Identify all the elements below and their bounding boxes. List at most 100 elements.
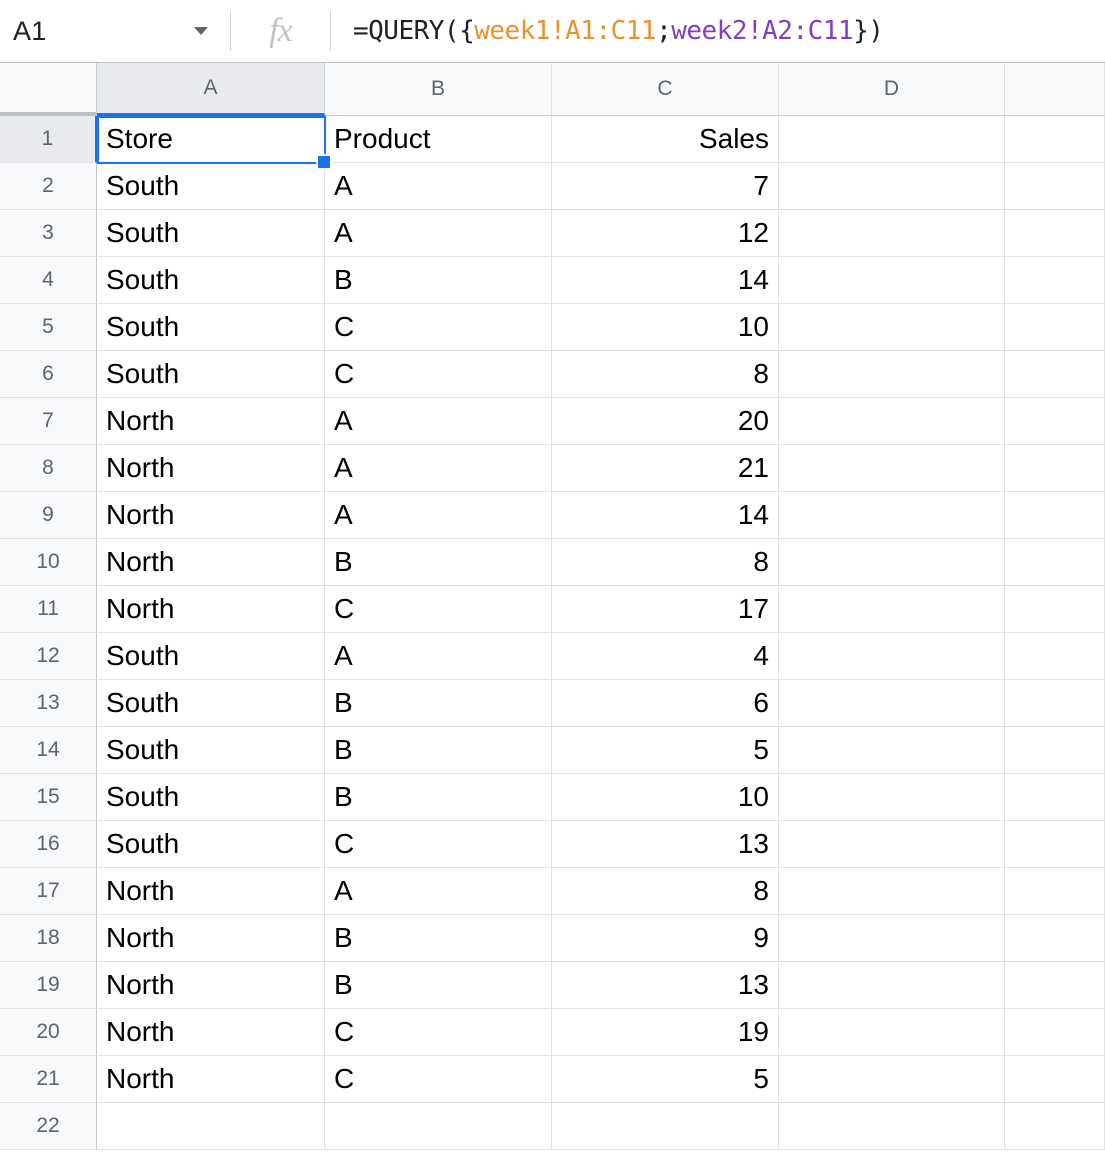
cell-b19[interactable]: B [325,962,552,1009]
cell-e19[interactable] [1005,962,1105,1009]
cell-e18[interactable] [1005,915,1105,962]
row-header-6[interactable]: 6 [0,351,97,398]
cell-d18[interactable] [779,915,1005,962]
cell-a22[interactable] [97,1103,325,1150]
cell-d16[interactable] [779,821,1005,868]
fill-handle[interactable] [316,154,332,170]
column-header-a[interactable]: A [97,63,325,116]
cell-e12[interactable] [1005,633,1105,680]
cell-e20[interactable] [1005,1009,1105,1056]
cell-c5[interactable]: 10 [552,304,779,351]
cell-a5[interactable]: South [97,304,325,351]
cell-c1[interactable]: Sales [552,116,779,163]
cell-b3[interactable]: A [325,210,552,257]
column-header-d[interactable]: D [779,63,1005,116]
cell-b13[interactable]: B [325,680,552,727]
cell-b11[interactable]: C [325,586,552,633]
cell-e7[interactable] [1005,398,1105,445]
cell-b1[interactable]: Product [325,116,552,163]
cell-c11[interactable]: 17 [552,586,779,633]
cell-d4[interactable] [779,257,1005,304]
cell-c8[interactable]: 21 [552,445,779,492]
cell-c14[interactable]: 5 [552,727,779,774]
cell-a20[interactable]: North [97,1009,325,1056]
row-header-5[interactable]: 5 [0,304,97,351]
cell-b20[interactable]: C [325,1009,552,1056]
cell-e16[interactable] [1005,821,1105,868]
row-header-13[interactable]: 13 [0,680,97,727]
cell-a8[interactable]: North [97,445,325,492]
row-header-3[interactable]: 3 [0,210,97,257]
cell-e1[interactable] [1005,116,1105,163]
row-header-11[interactable]: 11 [0,586,97,633]
cell-b18[interactable]: B [325,915,552,962]
row-header-1[interactable]: 1 [0,116,97,163]
cell-a14[interactable]: South [97,727,325,774]
cell-d13[interactable] [779,680,1005,727]
cell-e17[interactable] [1005,868,1105,915]
cell-b15[interactable]: B [325,774,552,821]
cell-e2[interactable] [1005,163,1105,210]
cell-d14[interactable] [779,727,1005,774]
cell-a18[interactable]: North [97,915,325,962]
row-header-19[interactable]: 19 [0,962,97,1009]
cell-a15[interactable]: South [97,774,325,821]
cell-d5[interactable] [779,304,1005,351]
cell-b5[interactable]: C [325,304,552,351]
cell-a2[interactable]: South [97,163,325,210]
cell-d11[interactable] [779,586,1005,633]
column-header-c[interactable]: C [552,63,779,116]
cell-c20[interactable]: 19 [552,1009,779,1056]
cell-a12[interactable]: South [97,633,325,680]
cell-a6[interactable]: South [97,351,325,398]
select-all-corner[interactable] [0,63,97,116]
cell-e15[interactable] [1005,774,1105,821]
cell-c16[interactable]: 13 [552,821,779,868]
cell-c3[interactable]: 12 [552,210,779,257]
cell-e8[interactable] [1005,445,1105,492]
cell-d15[interactable] [779,774,1005,821]
cell-c2[interactable]: 7 [552,163,779,210]
cell-c12[interactable]: 4 [552,633,779,680]
cell-d6[interactable] [779,351,1005,398]
row-header-8[interactable]: 8 [0,445,97,492]
cell-d20[interactable] [779,1009,1005,1056]
cell-a17[interactable]: North [97,868,325,915]
cell-c13[interactable]: 6 [552,680,779,727]
row-header-10[interactable]: 10 [0,539,97,586]
cell-d10[interactable] [779,539,1005,586]
cell-c6[interactable]: 8 [552,351,779,398]
cell-a9[interactable]: North [97,492,325,539]
cell-c4[interactable]: 14 [552,257,779,304]
cell-d17[interactable] [779,868,1005,915]
cell-b6[interactable]: C [325,351,552,398]
row-header-20[interactable]: 20 [0,1009,97,1056]
cell-c22[interactable] [552,1103,779,1150]
row-header-2[interactable]: 2 [0,163,97,210]
row-header-15[interactable]: 15 [0,774,97,821]
cell-a7[interactable]: North [97,398,325,445]
cell-c18[interactable]: 9 [552,915,779,962]
cell-d8[interactable] [779,445,1005,492]
cell-c15[interactable]: 10 [552,774,779,821]
cell-b17[interactable]: A [325,868,552,915]
row-header-18[interactable]: 18 [0,915,97,962]
cell-d9[interactable] [779,492,1005,539]
cell-a1[interactable]: Store [97,116,325,163]
cell-a13[interactable]: South [97,680,325,727]
row-header-17[interactable]: 17 [0,868,97,915]
cell-e22[interactable] [1005,1103,1105,1150]
cell-c17[interactable]: 8 [552,868,779,915]
cell-b21[interactable]: C [325,1056,552,1103]
cell-d7[interactable] [779,398,1005,445]
cell-e14[interactable] [1005,727,1105,774]
cell-c10[interactable]: 8 [552,539,779,586]
cell-e9[interactable] [1005,492,1105,539]
row-header-9[interactable]: 9 [0,492,97,539]
cell-b12[interactable]: A [325,633,552,680]
cell-a21[interactable]: North [97,1056,325,1103]
cell-b16[interactable]: C [325,821,552,868]
cell-b7[interactable]: A [325,398,552,445]
cell-e10[interactable] [1005,539,1105,586]
cell-e13[interactable] [1005,680,1105,727]
